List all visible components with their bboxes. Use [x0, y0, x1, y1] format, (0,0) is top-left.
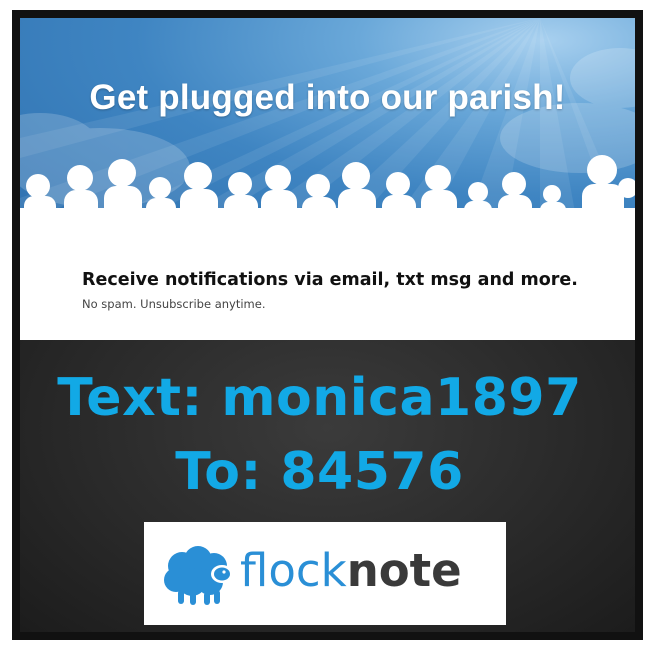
flyer-frame: Get plugged into our parish! Receive not…: [12, 10, 643, 640]
crowd-silhouette: [20, 155, 635, 243]
text-number-line: To: 84576: [175, 442, 464, 502]
flocknote-logo: flocknote: [144, 522, 506, 625]
no-spam-note: No spam. Unsubscribe anytime.: [82, 297, 266, 311]
sheep-icon: [164, 546, 233, 605]
notification-text: Receive notifications via email, txt msg…: [82, 270, 578, 290]
logo-wordmark: flocknote: [240, 544, 462, 597]
headline: Get plugged into our parish!: [89, 78, 566, 117]
text-keyword-line: Text: monica1897: [57, 368, 582, 428]
logo-note-text: note: [346, 544, 462, 597]
banner: Get plugged into our parish! Receive not…: [20, 18, 635, 340]
logo-flock-text: flock: [240, 544, 347, 597]
